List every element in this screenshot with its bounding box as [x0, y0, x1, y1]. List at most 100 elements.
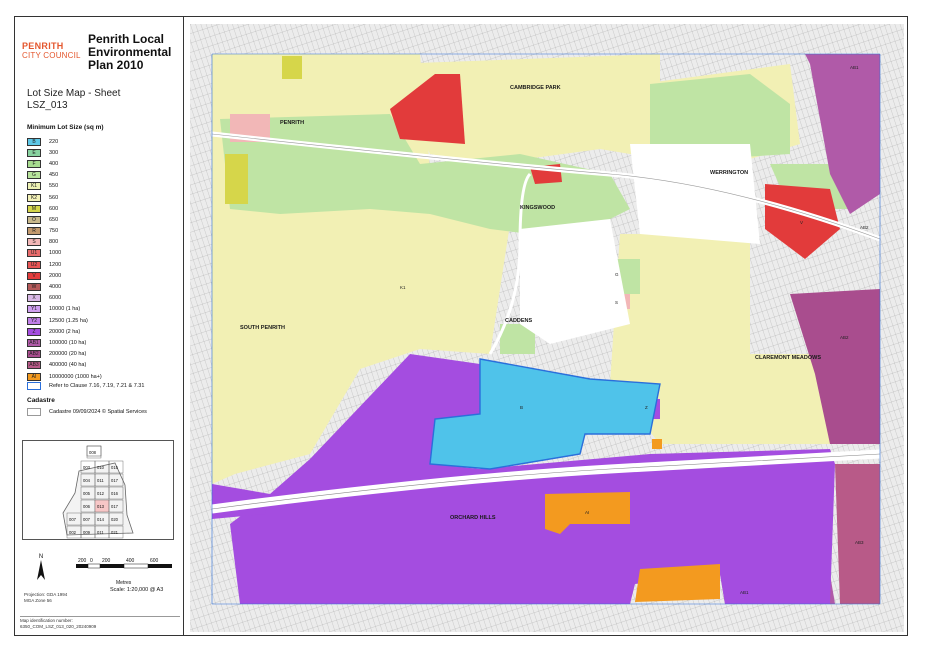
index-sheet-label: 007	[69, 517, 77, 522]
legend-label: 12500 (1.25 ha)	[49, 317, 88, 324]
scale-tick-label: 200	[102, 558, 111, 564]
legend-item: Y1 10000 (1 ha)	[27, 304, 102, 315]
index-sheet-label: 015	[111, 465, 119, 470]
zone-ai-small	[652, 439, 662, 449]
zone-code-label: B	[520, 405, 523, 410]
index-sheet-label: 009	[83, 530, 91, 535]
legend-label: 200000 (20 ha)	[49, 351, 87, 358]
legend-label: 400000 (40 ha)	[49, 362, 87, 369]
index-sheet-label: 017	[111, 478, 119, 483]
projection-line2: MGA Zone 56	[24, 598, 52, 603]
legend-swatch: R	[27, 227, 41, 236]
place-label-penrith: PENRITH	[280, 120, 304, 126]
index-sheet-label: 016	[111, 491, 119, 496]
legend-swatch: M	[27, 204, 41, 213]
scale-tick-label: 600	[150, 558, 159, 564]
legend-label: 300	[49, 149, 59, 156]
legend-swatch: Y1	[27, 305, 41, 314]
legend-label: 750	[49, 228, 59, 235]
index-sheet-label: 004	[83, 478, 91, 483]
zone-code-label: K1	[400, 285, 406, 290]
zone-code-label: AB3	[855, 540, 864, 545]
index-sheet-label: 013	[97, 504, 105, 509]
projection-info: Projection: GDA 1994 MGA Zone 56	[24, 592, 67, 604]
scale-text: Scale: 1:20,000 @ A3	[110, 587, 164, 593]
legend-item: Z 20000 (2 ha)	[27, 326, 102, 337]
legend-swatch: W	[27, 283, 41, 292]
legend-label: 450	[49, 172, 59, 179]
zone-code-label: Z	[645, 405, 648, 410]
cadastre-label: Cadastre 09/09/2024 © Spatial Services	[49, 409, 147, 415]
map-subtitle: Lot Size Map - Sheet LSZ_013	[27, 88, 121, 111]
legend-label: 100000 (10 ha)	[49, 339, 87, 346]
index-sheet-label: 017	[111, 504, 119, 509]
map-identification: Map identification number: 6350_COM_LSZ_…	[20, 616, 180, 630]
legend-swatch: O	[27, 215, 41, 224]
legend-label: 800	[49, 239, 59, 246]
zone-ai-south	[635, 564, 720, 602]
legend-swatch: Z	[27, 327, 41, 336]
zone-code-label: AB1	[740, 590, 749, 595]
legend-swatch: AI	[27, 372, 41, 381]
legend-item: E 300	[27, 147, 102, 158]
legend-item: R 750	[27, 226, 102, 237]
zone-code-label: AB2	[840, 335, 849, 340]
legend-swatch: S	[27, 238, 41, 247]
index-sheet-label: 011	[97, 478, 104, 483]
legend-swatch: U1	[27, 249, 41, 258]
place-label-south-penrith: SOUTH PENRITH	[240, 325, 285, 331]
legend-item: AI 10000000 (1000 ha+)	[27, 371, 102, 382]
council-logo-line2: CITY COUNCIL	[22, 51, 81, 60]
legend-swatch: B	[27, 137, 41, 146]
legend-item: S 800	[27, 237, 102, 248]
legend-swatch: U2	[27, 260, 41, 269]
legend-refer-row: Refer to Clause 7.16, 7.19, 7.21 & 7.31	[27, 382, 144, 390]
place-label-orchard-hills: ORCHARD HILLS	[450, 515, 496, 521]
legend-list: B 220 E 300 F 400 G 450 K1 550 K2 560 M 600 O 650 R 750 S 8…	[27, 136, 102, 382]
place-label-werrington: WERRINGTON	[710, 170, 748, 176]
index-sheet-label: 011	[97, 530, 104, 535]
index-sheet-label: 008	[89, 450, 97, 455]
legend-swatch: K1	[27, 182, 41, 191]
scale-units: Metres	[116, 580, 132, 586]
legend-label: 20000 (2 ha)	[49, 328, 81, 335]
legend-swatch: E	[27, 148, 41, 157]
legend-label: 10000 (1 ha)	[49, 306, 81, 313]
legend-swatch: K2	[27, 193, 41, 202]
legend-item: Y2 12500 (1.25 ha)	[27, 315, 102, 326]
legend-swatch: F	[27, 159, 41, 168]
map-title: Penrith Local Environmental Plan 2010	[88, 32, 172, 72]
legend-item: AB2 200000 (20 ha)	[27, 349, 102, 360]
legend-item: X 6000	[27, 293, 102, 304]
index-sheet-label: 006	[83, 504, 91, 509]
legend-item: V 2000	[27, 270, 102, 281]
sheet-index-map: 008 003 010 015 004 011 017 005 012 016 006 013 017 0…	[22, 440, 174, 540]
place-label-caddens: CADDENS	[505, 318, 533, 324]
sheet-index-graphic: 008 003 010 015 004 011 017 005 012 016 006 013 017 0…	[62, 445, 134, 539]
index-sheet-label: 014	[97, 517, 105, 522]
council-logo: PENRITH CITY COUNCIL	[22, 42, 81, 61]
index-sheet-label: 002	[69, 530, 77, 535]
legend-label: 6000	[49, 295, 62, 302]
legend-item: G 450	[27, 170, 102, 181]
legend-label: 10000000 (1000 ha+)	[49, 373, 102, 380]
legend-swatch: G	[27, 171, 41, 180]
legend-item: O 650	[27, 214, 102, 225]
legend-swatch: AB2	[27, 350, 41, 359]
legend-swatch: X	[27, 294, 41, 303]
legend-label: 550	[49, 183, 59, 190]
legend-label: 1000	[49, 250, 62, 257]
legend-label: 600	[49, 205, 59, 212]
scale-tick-label: 0	[90, 558, 93, 564]
zone-code-label: G	[615, 272, 619, 277]
place-label-kingswood: KINGSWOOD	[520, 205, 555, 211]
index-sheet-label: 012	[97, 491, 105, 496]
legend-item: U2 1200	[27, 259, 102, 270]
legend-label: 4000	[49, 284, 62, 291]
index-sheet-label: 021	[111, 530, 119, 535]
legend-item: K1 550	[27, 181, 102, 192]
map-id-value: 6350_COM_LSZ_013_020_20240909	[20, 624, 97, 629]
legend-item: M 600	[27, 203, 102, 214]
refer-label: Refer to Clause 7.16, 7.19, 7.21 & 7.31	[49, 383, 145, 389]
lot-size-map[interactable]: PENRITH CAMBRIDGE PARK WERRINGTON KINGSW…	[190, 24, 904, 632]
